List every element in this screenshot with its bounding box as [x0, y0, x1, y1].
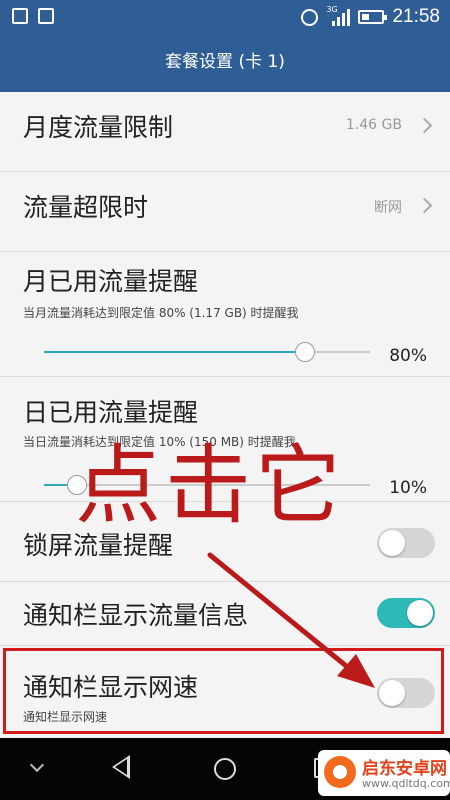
watermark-url: www.qdltdq.com — [362, 777, 450, 790]
annotation-arrow — [207, 552, 375, 688]
watermark: 启东安卓网 www.qdltdq.com — [318, 750, 450, 796]
home-icon[interactable] — [214, 758, 236, 780]
watermark-logo-icon — [324, 756, 356, 788]
back-icon[interactable] — [112, 755, 130, 779]
chevron-down-icon[interactable] — [29, 757, 45, 773]
watermark-title: 启东安卓网 — [362, 759, 447, 779]
